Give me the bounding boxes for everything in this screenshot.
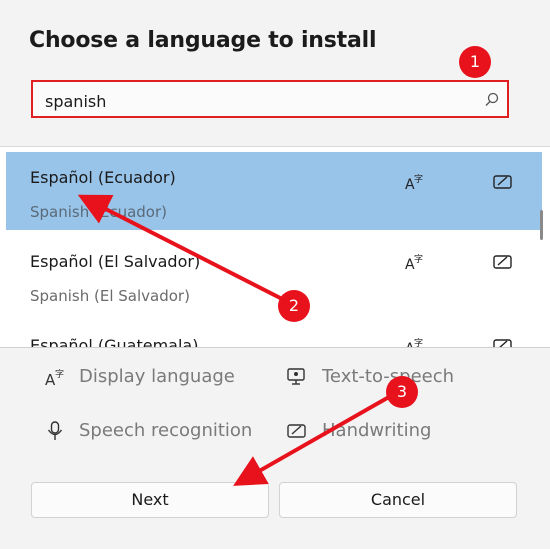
annotation-badge-2: 2 [278, 290, 310, 322]
annotation-badge-3: 3 [386, 376, 418, 408]
annotation-arrow-2 [77, 194, 291, 305]
annotation-arrow-3 [233, 391, 397, 486]
annotation-arrows [77, 194, 397, 486]
annotation-badge-1: 1 [459, 46, 491, 78]
